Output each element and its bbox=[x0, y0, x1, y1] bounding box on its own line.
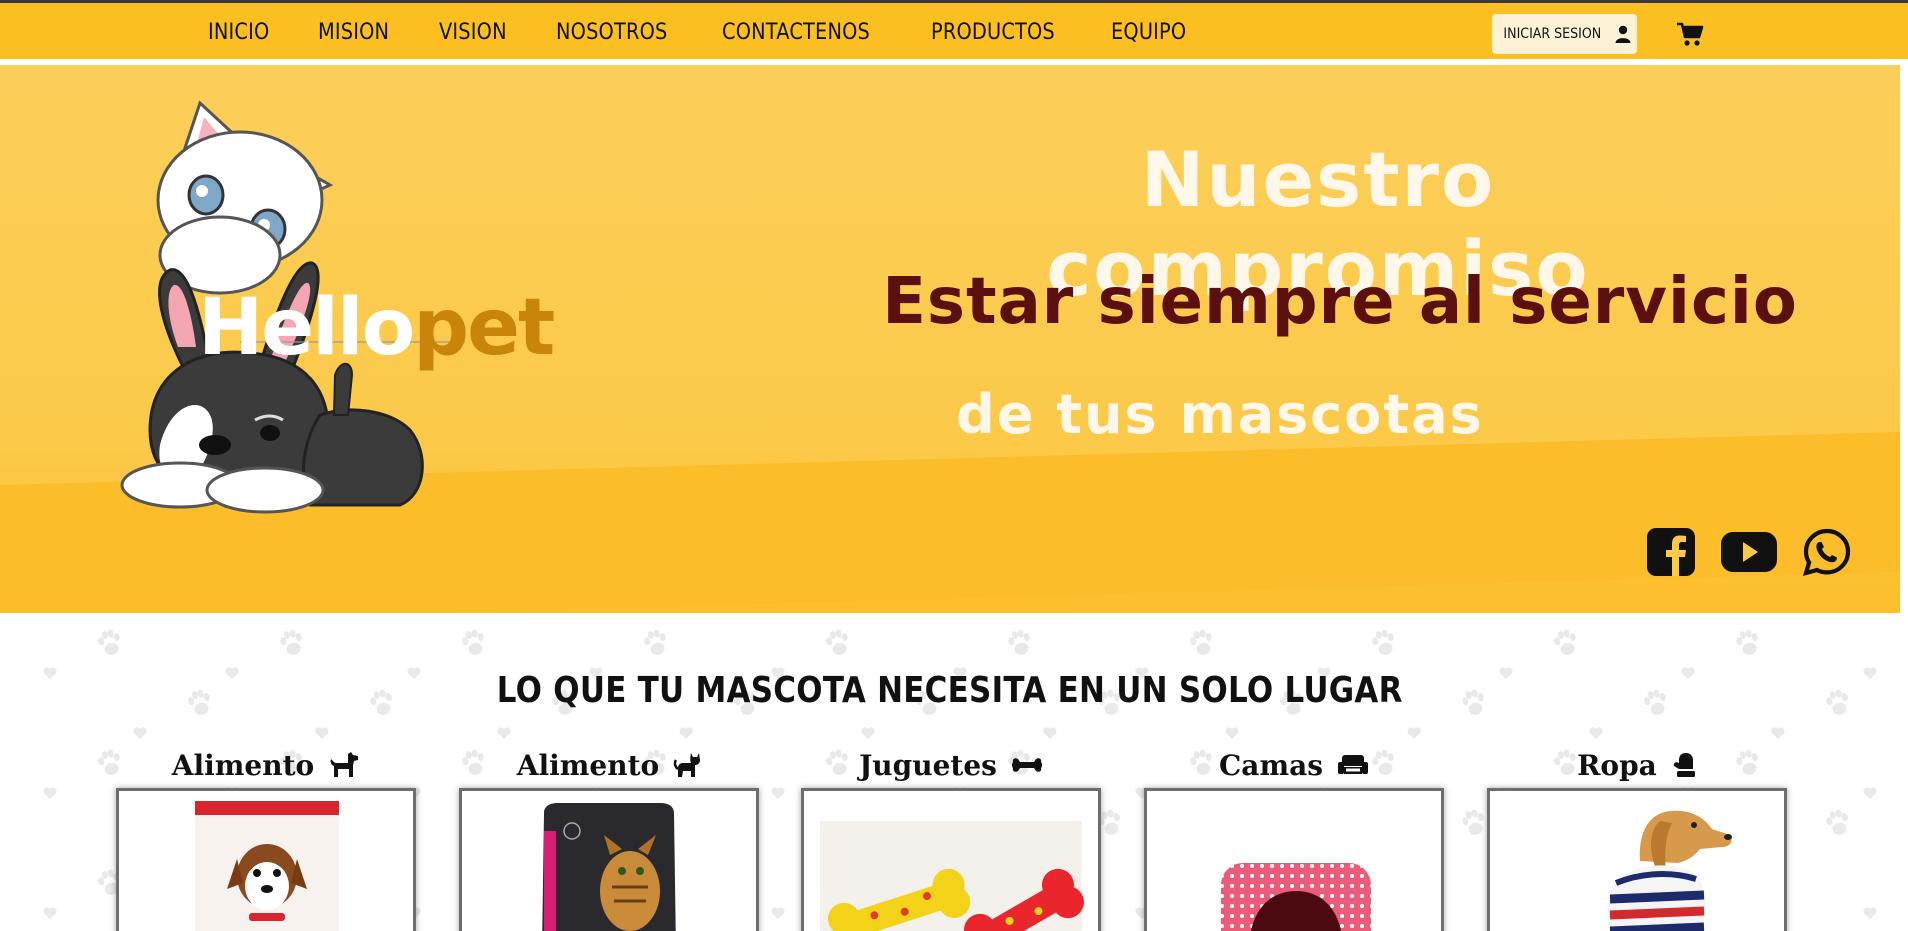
paw-print-shape bbox=[462, 629, 484, 655]
paw-print-shape bbox=[1826, 809, 1848, 835]
category-label: Camas bbox=[1219, 748, 1323, 782]
paw-print-shape bbox=[644, 629, 666, 655]
mitten-icon bbox=[1673, 753, 1695, 777]
cat-icon bbox=[673, 753, 701, 777]
user-icon bbox=[1615, 25, 1631, 43]
category-label: Juguetes bbox=[859, 748, 997, 782]
heart-shape bbox=[43, 907, 57, 919]
paw-print-shape bbox=[1372, 629, 1394, 655]
category-label: Ropa bbox=[1577, 748, 1657, 782]
heart-shape bbox=[861, 727, 875, 739]
cat-food-bag-image bbox=[542, 803, 676, 931]
product-card-toys[interactable] bbox=[801, 788, 1101, 931]
nav-item-vision[interactable]: VISION bbox=[439, 20, 507, 45]
product-card-beds[interactable] bbox=[1144, 788, 1444, 931]
paw-print-shape bbox=[1008, 629, 1030, 655]
nav-item-equipo[interactable]: EQUIPO bbox=[1111, 20, 1186, 45]
login-button-label: INICIAR SESION bbox=[1503, 26, 1602, 42]
category-label: Alimento bbox=[171, 748, 315, 782]
heart-shape bbox=[43, 787, 57, 799]
dog-icon bbox=[330, 752, 359, 777]
paw-print-shape bbox=[280, 629, 302, 655]
category-label: Alimento bbox=[516, 748, 660, 782]
navbar: INICIO MISION VISION NOSOTROS CONTACTENO… bbox=[0, 3, 1908, 61]
nav-item-mision[interactable]: MISION bbox=[318, 20, 389, 45]
bone-icon bbox=[1011, 758, 1043, 772]
nav-item-nosotros[interactable]: NOSOTROS bbox=[556, 20, 667, 45]
paw-print-shape bbox=[1190, 629, 1212, 655]
category-beds[interactable]: Camas bbox=[1144, 745, 1444, 785]
dog-food-bag-image bbox=[195, 801, 339, 931]
heart-shape bbox=[1043, 727, 1057, 739]
pet-bed-image bbox=[1221, 863, 1371, 931]
nav-item-inicio[interactable]: INICIO bbox=[208, 20, 269, 45]
category-toys[interactable]: Juguetes bbox=[801, 745, 1101, 785]
heart-shape bbox=[133, 727, 147, 739]
heart-shape bbox=[1407, 727, 1421, 739]
product-card-cat-food[interactable] bbox=[459, 788, 759, 931]
paw-print-shape bbox=[1462, 809, 1484, 835]
dog-sweater-image bbox=[1608, 810, 1732, 931]
youtube-icon[interactable] bbox=[1720, 531, 1778, 573]
heart-shape bbox=[1863, 787, 1877, 799]
heart-shape bbox=[679, 727, 693, 739]
hero-banner: Hellopet Nuestro compromiso Estar siempr… bbox=[0, 65, 1900, 613]
heart-shape bbox=[1225, 727, 1239, 739]
login-button[interactable]: INICIAR SESION bbox=[1492, 14, 1637, 54]
brand-logo: Hellopet bbox=[90, 85, 570, 555]
heart-shape bbox=[1589, 727, 1603, 739]
hero-subheadline: Estar siempre al servicio bbox=[882, 265, 1798, 339]
paw-print-shape bbox=[826, 629, 848, 655]
paw-print-shape bbox=[98, 629, 120, 655]
section-title: LO QUE TU MASCOTA NECESITA EN UN SOLO LU… bbox=[496, 670, 1403, 711]
couch-icon bbox=[1337, 755, 1368, 774]
heart-shape bbox=[1771, 727, 1785, 739]
product-card-clothing[interactable] bbox=[1487, 788, 1787, 931]
paw-print-shape bbox=[1736, 629, 1758, 655]
nav-item-contactenos[interactable]: CONTACTENOS bbox=[722, 20, 870, 45]
brand-logo-text: Hellopet bbox=[198, 283, 555, 373]
heart-shape bbox=[771, 787, 785, 799]
nav-menu: INICIO MISION VISION NOSOTROS CONTACTENO… bbox=[208, 3, 1237, 61]
heart-shape bbox=[497, 727, 511, 739]
category-cat-food[interactable]: Alimento bbox=[459, 745, 759, 785]
hero-tagline: de tus mascotas bbox=[956, 383, 1484, 446]
category-clothing[interactable]: Ropa bbox=[1487, 745, 1787, 785]
toys-image bbox=[820, 821, 1084, 931]
shopping-cart-icon[interactable] bbox=[1676, 21, 1704, 47]
heart-shape bbox=[771, 907, 785, 919]
product-card-dog-food[interactable] bbox=[116, 788, 416, 931]
heart-shape bbox=[1863, 907, 1877, 919]
facebook-icon[interactable] bbox=[1646, 527, 1696, 577]
heart-shape bbox=[315, 727, 329, 739]
social-links bbox=[1646, 527, 1852, 577]
category-dog-food[interactable]: Alimento bbox=[116, 745, 416, 785]
nav-item-productos[interactable]: PRODUCTOS bbox=[931, 20, 1055, 45]
paw-print-shape bbox=[1554, 629, 1576, 655]
whatsapp-icon[interactable] bbox=[1802, 527, 1852, 577]
